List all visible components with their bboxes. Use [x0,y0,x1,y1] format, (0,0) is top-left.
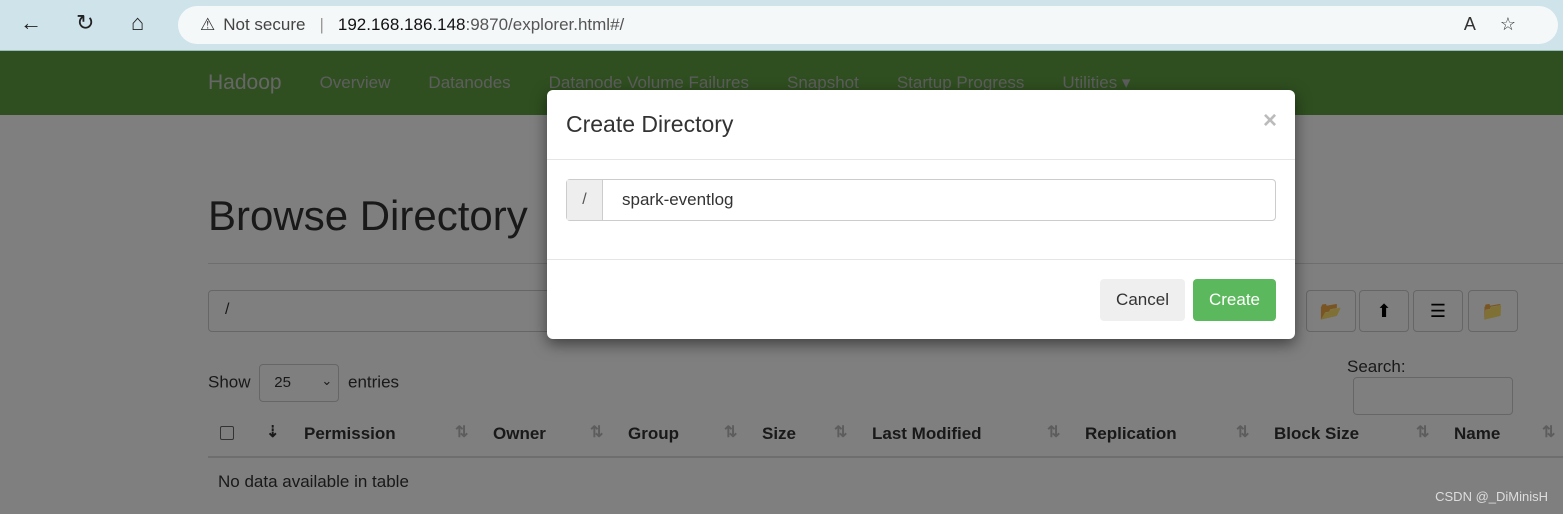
security-label[interactable]: Not secure [223,15,305,35]
directory-name-input[interactable]: spark-eventlog [603,180,753,220]
close-icon[interactable]: × [1263,107,1277,135]
dialog-body: / spark-eventlog [547,160,1295,260]
dialog-header: Create Directory × [547,90,1295,160]
path-prefix: / [567,180,603,220]
refresh-icon[interactable]: ↻ [76,10,94,36]
browser-toolbar: ← ↻ ⌂ ⚠ Not secure | 192.168.186.148:987… [0,0,1563,51]
warning-icon: ⚠ [200,15,216,34]
url-host: 192.168.186.148 [337,15,466,34]
dialog-footer: Cancel Create [547,260,1295,340]
cancel-button[interactable]: Cancel [1100,279,1185,321]
divider: | [319,15,324,34]
watermark: CSDN @_DiMinisH [1435,489,1548,504]
read-aloud-and-favorite-icons[interactable]: A☆ [1464,14,1540,35]
address-bar[interactable]: ⚠ Not secure | 192.168.186.148:9870/expl… [178,6,1558,44]
home-icon[interactable]: ⌂ [131,10,144,36]
url-path: :9870/explorer.html#/ [465,15,625,34]
back-icon[interactable]: ← [20,10,42,36]
dialog-title: Create Directory [566,111,734,137]
directory-name-field[interactable]: / spark-eventlog [566,179,1276,221]
create-button[interactable]: Create [1192,279,1276,321]
create-directory-dialog: Create Directory × / spark-eventlog Canc… [547,90,1295,339]
